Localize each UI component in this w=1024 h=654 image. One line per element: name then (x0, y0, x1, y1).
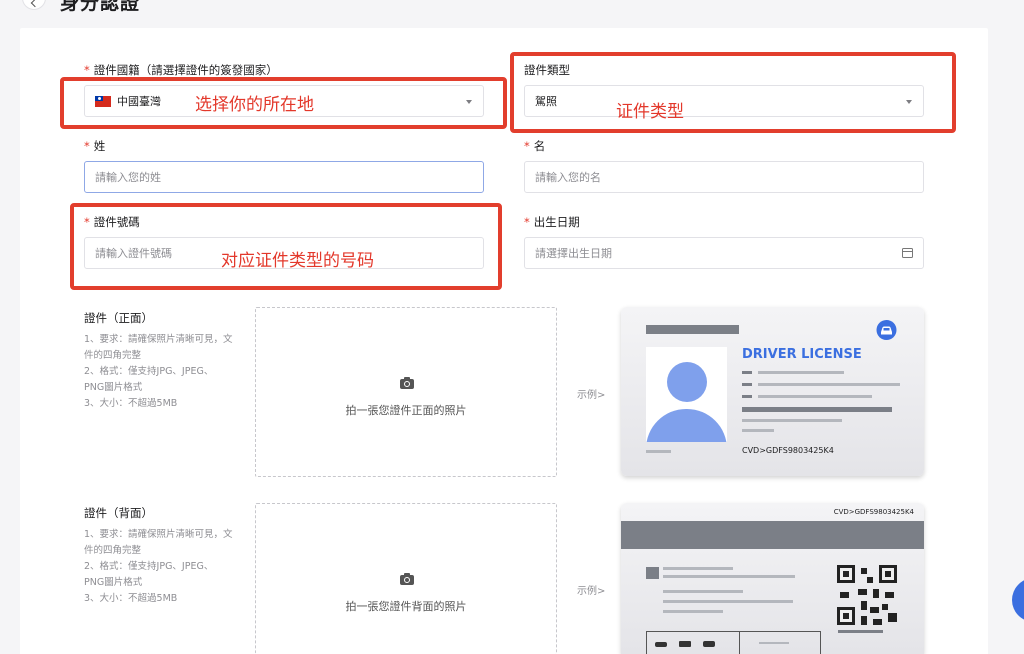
top-bar: 身分認證 (0, 0, 1024, 28)
last-name-input[interactable]: 請輸入您的姓 (84, 161, 484, 193)
front-upload-dropzone[interactable]: 拍一張您證件正面的照片 (255, 307, 557, 477)
back-upload-title: 證件（背面） (84, 506, 153, 520)
birthdate-label: * 出生日期 (524, 215, 580, 229)
front-upload-text: 拍一張您證件正面的照片 (345, 404, 467, 417)
back-upload-dropzone[interactable]: 拍一張您證件背面的照片 (255, 503, 557, 654)
back-upload-hints: 1、要求：請確保照片清晰可見，文 件的四角完整 2、格式：僅支持JPG、JPEG… (84, 529, 233, 604)
calendar-icon (902, 248, 913, 258)
front-upload-title: 證件（正面） (84, 311, 153, 325)
annotation-doc-number: 对应证件类型的号码 (221, 251, 374, 271)
front-upload-hints: 1、要求：請確保照片清晰可見，文 件的四角完整 2、格式：僅支持JPG、JPEG… (84, 334, 233, 409)
first-name-input[interactable]: 請輸入您的名 (524, 161, 924, 193)
sample-photo (646, 347, 727, 442)
sample-back-code: CVD>GDFS9803425K4 (833, 508, 914, 516)
sample-front-card: DRIVER LICENSE CVD>GDFS9803425K4 (621, 307, 924, 476)
nationality-label: * 證件國籍（請選擇證件的簽發國家） (84, 63, 278, 77)
car-icon (876, 320, 897, 340)
qr-code-icon (837, 565, 897, 625)
front-sample-link[interactable]: 示例> (577, 386, 605, 401)
last-name-label: * 姓 (84, 139, 106, 153)
back-upload-text: 拍一張您證件背面的照片 (345, 600, 467, 613)
sample-front-code: CVD>GDFS9803425K4 (742, 446, 834, 455)
page-title: 身分認證 (60, 0, 141, 14)
sample-vehicle-table (646, 631, 821, 654)
camera-icon (400, 377, 414, 389)
camera-icon (400, 573, 414, 585)
back-button[interactable] (22, 0, 46, 10)
annotation-doc-type: 证件类型 (616, 102, 684, 122)
sample-front-heading: DRIVER LICENSE (742, 347, 862, 362)
first-name-label: * 名 (524, 139, 546, 153)
help-fab-button[interactable] (1012, 578, 1024, 622)
annotation-box-doc-type (510, 52, 956, 133)
back-sample-link[interactable]: 示例> (577, 582, 605, 597)
sample-back-card: CVD>GDFS9803425K4 (621, 503, 924, 654)
birthdate-picker[interactable]: 請選擇出生日期 (524, 237, 924, 269)
annotation-location: 选择你的所在地 (195, 95, 314, 115)
